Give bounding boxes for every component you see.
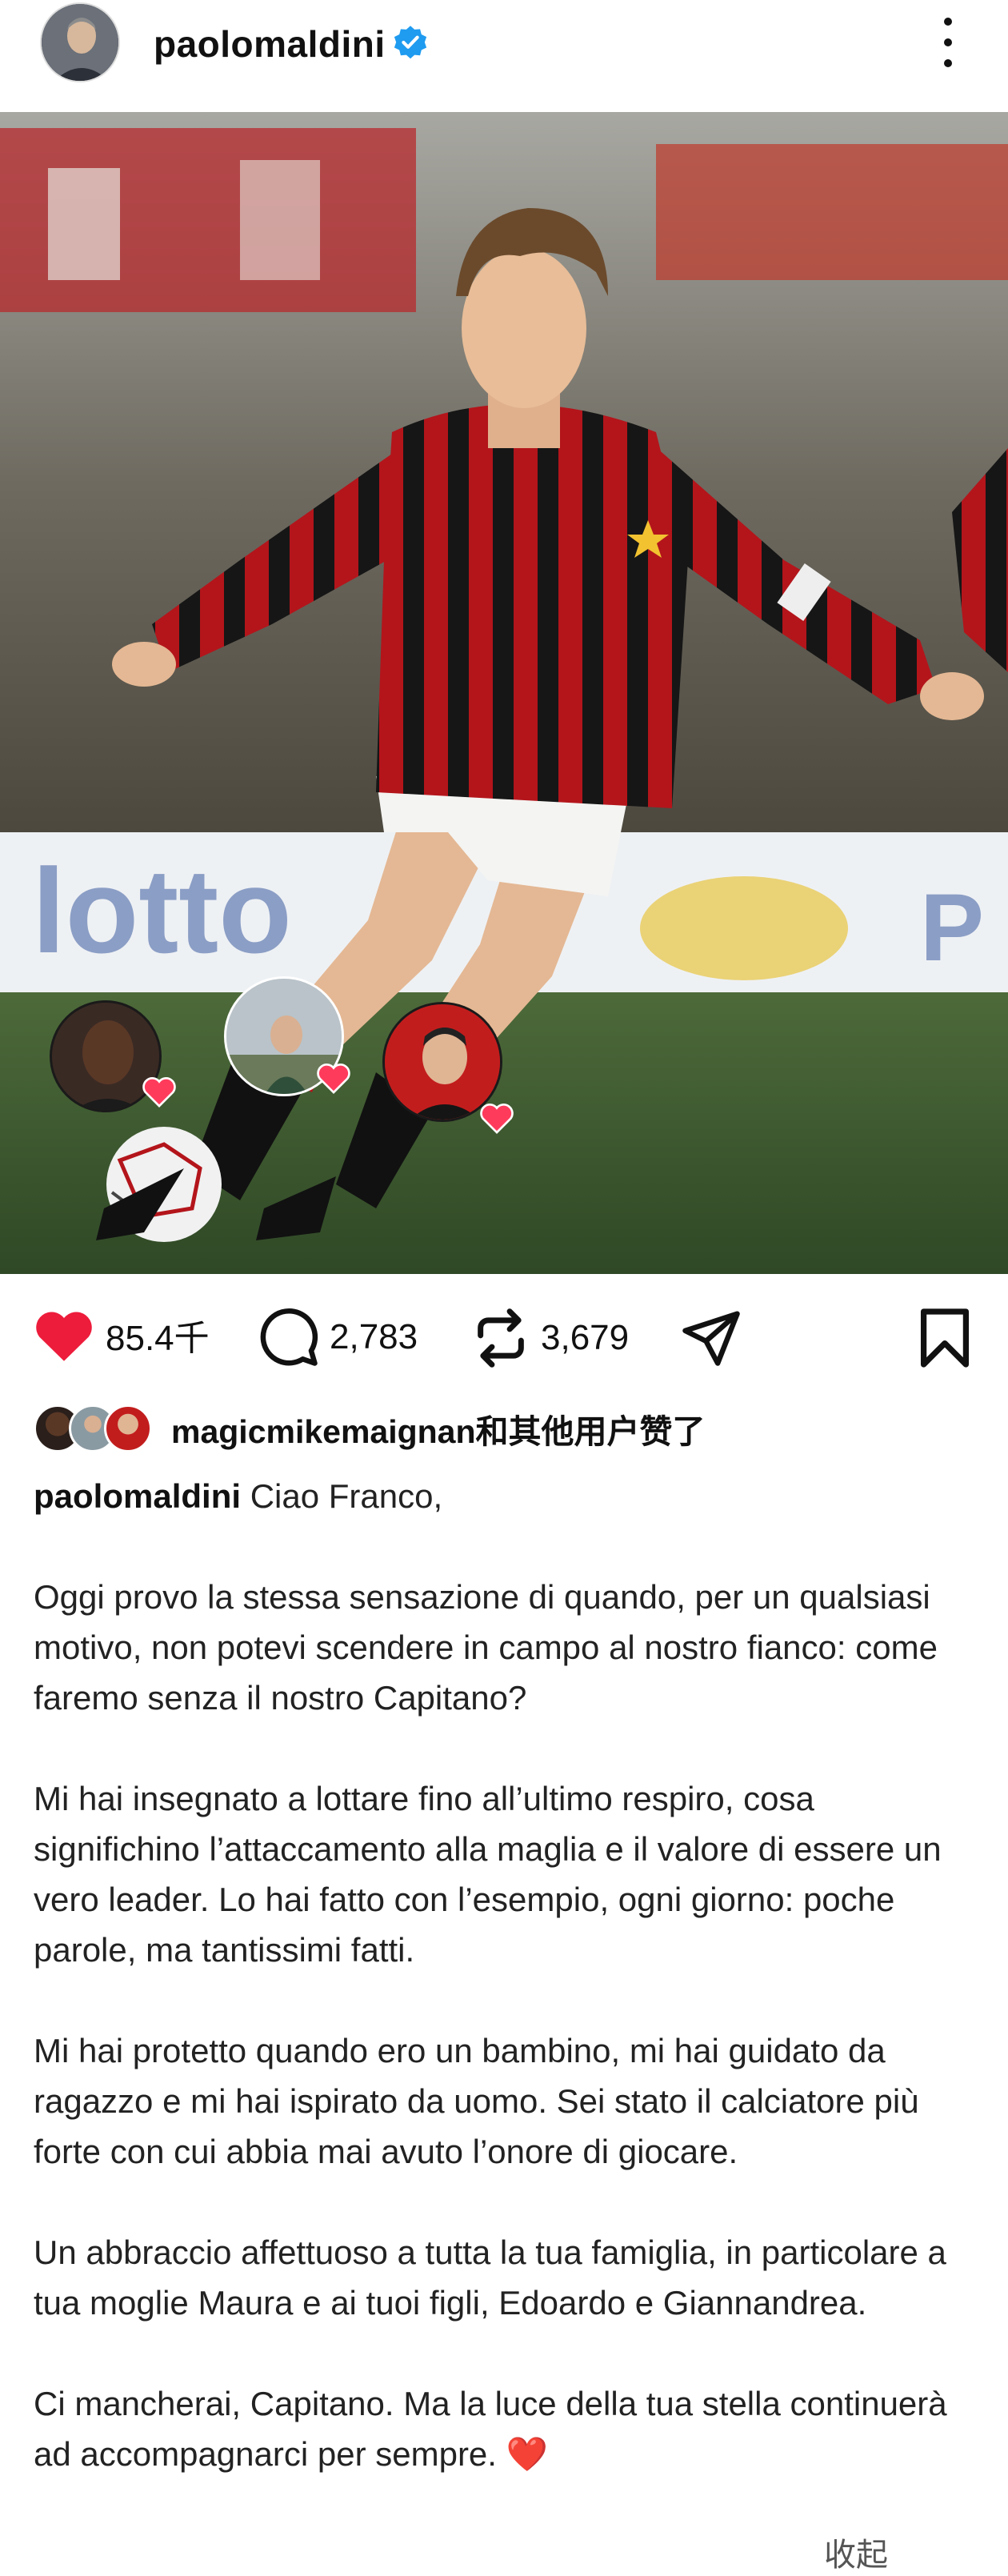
caption-paragraph: Ci mancherai, Capitano. Ma la luce della… [34,2385,947,2473]
username[interactable]: paolomaldini [154,22,386,66]
caption-paragraph: Un abbraccio affettuoso a tutta la tua f… [34,2233,946,2322]
bookmark-icon [920,1308,970,1368]
repost-button[interactable]: 3,679 [470,1306,629,1370]
heart-icon [36,1312,92,1361]
action-bar: 85.4千 2,783 3,679 [0,1274,1008,1398]
like-count: 85.4千 [106,1319,210,1358]
post-caption: paolomaldini Ciao Franco, Oggi provo la … [34,1471,986,2479]
like-button[interactable]: 85.4千 [32,1306,210,1364]
liked-avatar-3 [104,1404,152,1452]
comment-icon [260,1308,318,1366]
post-header: paolomaldini [0,0,1008,112]
share-button[interactable] [680,1306,742,1368]
more-options-icon[interactable] [936,18,960,67]
heart-badge-icon [480,1104,514,1134]
comment-count: 2,783 [330,1317,418,1356]
caption-username[interactable]: paolomaldini [34,1477,241,1515]
svg-text:lotto: lotto [32,843,292,978]
caption-paragraph: Oggi provo la stessa sensazione di quand… [34,1578,938,1717]
caption-greeting: Ciao Franco, [250,1477,443,1515]
collapse-link[interactable]: 收起 [824,2529,888,2575]
liked-by-text: magicmikemaignan和其他用户赞了 [171,1413,706,1450]
comment-button[interactable]: 2,783 [258,1306,418,1368]
svg-text:P: P [920,874,984,981]
heart-badge-icon [142,1077,176,1108]
send-icon [682,1311,740,1366]
repost-icon [478,1308,524,1368]
caption-paragraph: Mi hai protetto quando ero un bambino, m… [34,2032,919,2170]
profile-avatar[interactable] [40,2,120,82]
save-button[interactable] [918,1306,971,1370]
post-photo[interactable]: lotto P [0,112,1008,1274]
heart-badge-icon [317,1064,350,1094]
liked-by-row[interactable]: magicmikemaignan和其他用户赞了 [34,1396,706,1460]
collapse-label: 收起 [824,2538,888,2573]
verified-badge-icon [394,26,427,59]
repost-count: 3,679 [541,1318,630,1357]
caption-intro: paolomaldini Ciao Franco, [34,1471,986,1521]
caption-paragraph: Mi hai insegnato a lottare fino all’ulti… [34,1780,942,1969]
